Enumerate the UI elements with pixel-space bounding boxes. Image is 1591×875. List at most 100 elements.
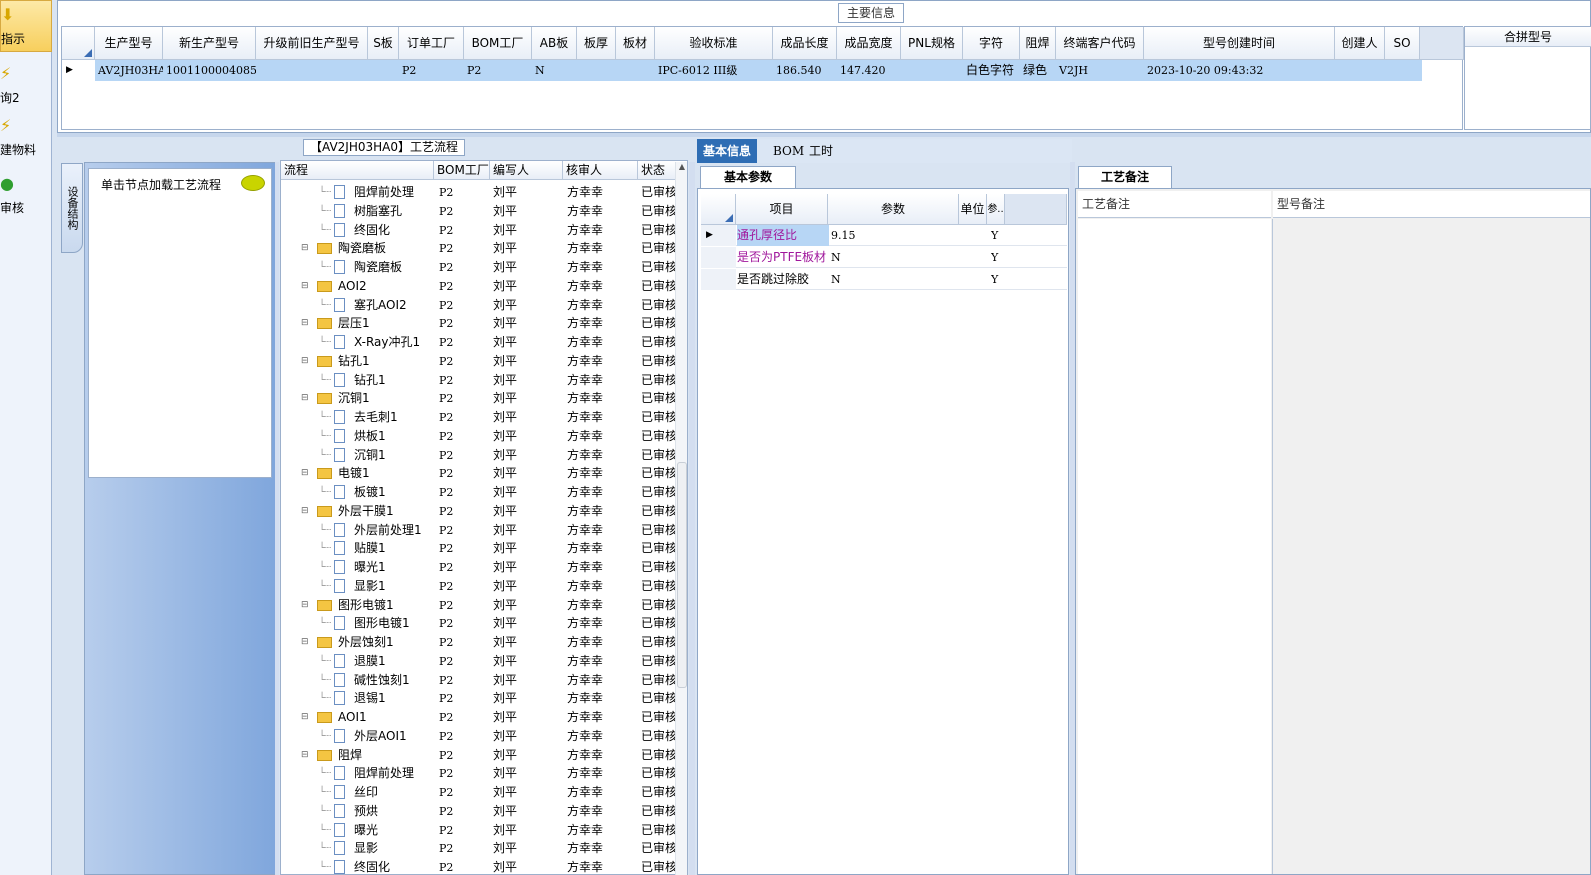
horizontal-splitter[interactable]	[57, 133, 1591, 137]
flow-scrollbar[interactable]: ▲	[675, 162, 687, 875]
collapse-icon[interactable]: ⊟	[301, 708, 309, 727]
list-item[interactable]: └┈ 去毛刺1 P2 刘平 方幸幸 已审核	[281, 408, 681, 427]
col-header[interactable]: 编写人	[490, 161, 563, 180]
load-flow-box[interactable]: 单击节点加载工艺流程	[88, 168, 272, 478]
list-item[interactable]: ⊟ 图形电镀1 P2 刘平 方幸幸 已审核	[281, 596, 681, 615]
col-header[interactable]: 参..	[987, 194, 1005, 225]
list-item[interactable]: ⊟ 钻孔1 P2 刘平 方幸幸 已审核	[281, 352, 681, 371]
list-item[interactable]: └┈ 阻焊前处理 P2 刘平 方幸幸 已审核	[281, 764, 681, 783]
list-item[interactable]: ⊟ AOI2 P2 刘平 方幸幸 已审核	[281, 277, 681, 296]
list-item[interactable]: └┈ 阻焊前处理 P2 刘平 方幸幸 已审核	[281, 183, 681, 202]
tab-basic-info[interactable]: 基本信息	[697, 139, 758, 163]
list-item[interactable]: └┈ 丝印 P2 刘平 方幸幸 已审核	[281, 783, 681, 802]
cell-value[interactable]: 9.15	[831, 225, 961, 246]
nav-item-review[interactable]: ● 审核	[0, 170, 52, 222]
list-item[interactable]: └┈ 陶瓷磨板 P2 刘平 方幸幸 已审核	[281, 258, 681, 277]
col-header[interactable]: AB板	[532, 27, 577, 60]
param-row[interactable]: ▶ 通孔厚径比 9.15 Y	[701, 225, 1067, 246]
scroll-thumb[interactable]	[677, 462, 687, 688]
list-item[interactable]: └┈ 钻孔1 P2 刘平 方幸幸 已审核	[281, 371, 681, 390]
list-item[interactable]: ⊟ 外层干膜1 P2 刘平 方幸幸 已审核	[281, 502, 681, 521]
list-item[interactable]: ⊟ 阻焊 P2 刘平 方幸幸 已审核	[281, 746, 681, 765]
vertical-splitter[interactable]	[689, 162, 695, 875]
vertical-splitter[interactable]	[275, 162, 279, 875]
tab-process-remarks[interactable]: 工艺备注	[1078, 166, 1172, 188]
col-header[interactable]: 新生产型号	[163, 27, 256, 60]
list-item[interactable]: └┈ 显影1 P2 刘平 方幸幸 已审核	[281, 577, 681, 596]
merge-header[interactable]: 合拼型号	[1465, 27, 1591, 47]
collapse-icon[interactable]: ⊟	[301, 314, 309, 333]
list-item[interactable]: └┈ 退膜1 P2 刘平 方幸幸 已审核	[281, 652, 681, 671]
list-item[interactable]: └┈ 塞孔AOI2 P2 刘平 方幸幸 已审核	[281, 296, 681, 315]
list-item[interactable]: └┈ 曝光1 P2 刘平 方幸幸 已审核	[281, 558, 681, 577]
col-header[interactable]: 参数	[828, 194, 959, 225]
list-item[interactable]: └┈ 预烘 P2 刘平 方幸幸 已审核	[281, 802, 681, 821]
col-header[interactable]: SO	[1385, 27, 1420, 60]
param-row[interactable]: 是否为PTFE板材 N Y	[701, 247, 1067, 268]
collapse-icon[interactable]: ⊟	[301, 239, 309, 258]
tab-labor[interactable]: 工时	[803, 139, 839, 163]
cell-value[interactable]: N	[831, 247, 961, 268]
collapse-icon[interactable]: ⊟	[301, 277, 309, 296]
list-item[interactable]: └┈ 外层前处理1 P2 刘平 方幸幸 已审核	[281, 521, 681, 540]
list-item[interactable]: └┈ 终固化 P2 刘平 方幸幸 已审核	[281, 221, 681, 240]
col-header[interactable]: BOM工厂	[464, 27, 532, 60]
col-header[interactable]: 字符	[963, 27, 1020, 60]
col-header[interactable]: 订单工厂	[399, 27, 464, 60]
col-header[interactable]: S板	[368, 27, 399, 60]
list-item[interactable]: └┈ 图形电镀1 P2 刘平 方幸幸 已审核	[281, 614, 681, 633]
list-item[interactable]: └┈ X-Ray冲孔1 P2 刘平 方幸幸 已审核	[281, 333, 681, 352]
list-item[interactable]: ⊟ 层压1 P2 刘平 方幸幸 已审核	[281, 314, 681, 333]
col-header[interactable]: 成品长度	[773, 27, 837, 60]
list-item[interactable]: └┈ 终固化 P2 刘平 方幸幸 已审核	[281, 858, 681, 874]
collapse-icon[interactable]: ⊟	[301, 352, 309, 371]
device-structure-tab[interactable]: 设备结构	[61, 163, 83, 253]
list-item[interactable]: ⊟ 陶瓷磨板 P2 刘平 方幸幸 已审核	[281, 239, 681, 258]
col-header[interactable]: 成品宽度	[837, 27, 901, 60]
list-item[interactable]: └┈ 显影 P2 刘平 方幸幸 已审核	[281, 839, 681, 858]
nav-item-build-material[interactable]: ⚡ 建物料	[0, 112, 52, 164]
col-header[interactable]: 升级前旧生产型号	[256, 27, 368, 60]
collapse-icon[interactable]: ⊟	[301, 633, 309, 652]
list-item[interactable]: └┈ 沉铜1 P2 刘平 方幸幸 已审核	[281, 446, 681, 465]
col-header[interactable]: 项目	[736, 194, 828, 225]
col-header[interactable]: 终端客户代码	[1056, 27, 1144, 60]
list-item[interactable]: └┈ 碱性蚀刻1 P2 刘平 方幸幸 已审核	[281, 671, 681, 690]
col-header[interactable]: 流程	[281, 161, 434, 180]
list-item[interactable]: └┈ 烘板1 P2 刘平 方幸幸 已审核	[281, 427, 681, 446]
list-item[interactable]: ⊟ 电镀1 P2 刘平 方幸幸 已审核	[281, 464, 681, 483]
list-item[interactable]: └┈ 树脂塞孔 P2 刘平 方幸幸 已审核	[281, 202, 681, 221]
col-header[interactable]: 验收标准	[655, 27, 773, 60]
scroll-up-icon[interactable]: ▲	[677, 162, 687, 174]
list-item[interactable]: ⊟ AOI1 P2 刘平 方幸幸 已审核	[281, 708, 681, 727]
col-header[interactable]: 板厚	[577, 27, 616, 60]
list-item[interactable]: └┈ 退锡1 P2 刘平 方幸幸 已审核	[281, 689, 681, 708]
col-header[interactable]: BOM工厂	[434, 161, 490, 180]
list-item[interactable]: └┈ 曝光 P2 刘平 方幸幸 已审核	[281, 821, 681, 840]
col-header[interactable]: PNL规格	[901, 27, 963, 60]
tab-basic-params[interactable]: 基本参数	[700, 166, 796, 188]
col-header[interactable]: 核审人	[563, 161, 638, 180]
col-header[interactable]: 生产型号	[95, 27, 163, 60]
col-header[interactable]: 单位	[959, 194, 987, 225]
cell-factory: P2	[439, 673, 454, 687]
list-item[interactable]: ⊟ 外层蚀刻1 P2 刘平 方幸幸 已审核	[281, 633, 681, 652]
nav-item-instruction[interactable]: ⬇ 指示	[0, 0, 52, 52]
col-header[interactable]: 阻焊	[1020, 27, 1056, 60]
col-header[interactable]: 创建人	[1335, 27, 1385, 60]
nav-item-query2[interactable]: ⚡ 询2	[0, 60, 52, 112]
collapse-icon[interactable]: ⊟	[301, 596, 309, 615]
collapse-icon[interactable]: ⊟	[301, 502, 309, 521]
list-item[interactable]: └┈ 板镀1 P2 刘平 方幸幸 已审核	[281, 483, 681, 502]
process-remark-textbox[interactable]	[1078, 219, 1271, 874]
collapse-icon[interactable]: ⊟	[301, 389, 309, 408]
cell-value[interactable]: N	[831, 269, 961, 290]
param-row[interactable]: 是否跳过除胶 N Y	[701, 269, 1067, 290]
collapse-icon[interactable]: ⊟	[301, 746, 309, 765]
list-item[interactable]: └┈ 贴膜1 P2 刘平 方幸幸 已审核	[281, 539, 681, 558]
collapse-icon[interactable]: ⊟	[301, 464, 309, 483]
list-item[interactable]: └┈ 外层AOI1 P2 刘平 方幸幸 已审核	[281, 727, 681, 746]
col-header[interactable]: 板材	[616, 27, 655, 60]
col-header[interactable]: 型号创建时间	[1144, 27, 1335, 60]
list-item[interactable]: ⊟ 沉铜1 P2 刘平 方幸幸 已审核	[281, 389, 681, 408]
